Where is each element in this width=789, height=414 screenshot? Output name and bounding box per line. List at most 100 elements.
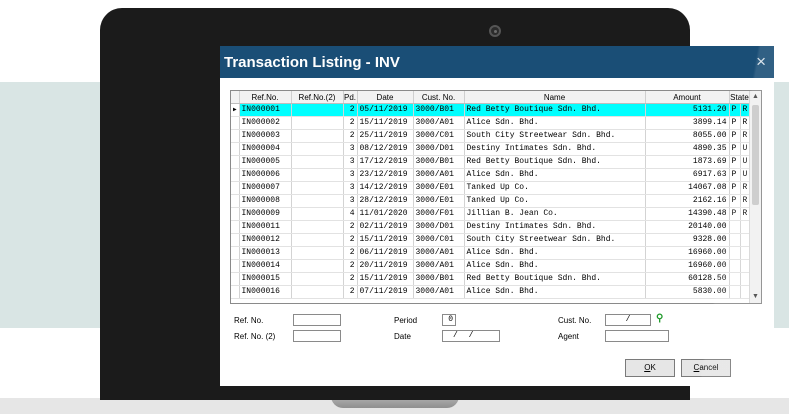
table-body: ▶ IN000001 2 05/11/2019 3000/B01 Red Betty Bo… xyxy=(231,103,751,299)
vertical-scrollbar[interactable]: ▲ ▼ xyxy=(749,91,761,303)
cust-no-field[interactable]: / xyxy=(605,314,651,326)
row-indicator xyxy=(231,155,240,169)
header-ref-no[interactable]: Ref.No. xyxy=(239,91,292,104)
cell-date: 23/12/2019 xyxy=(357,168,414,182)
cell-amount: 16960.00 xyxy=(645,246,730,260)
cell-cust-no: 3000/E01 xyxy=(413,194,465,208)
ref-no-field[interactable] xyxy=(293,314,341,326)
scroll-down-icon[interactable]: ▼ xyxy=(750,291,761,303)
cell-ref-no-2 xyxy=(291,103,344,117)
table-row[interactable]: IN000003 2 25/11/2019 3000/C01 South City St… xyxy=(231,129,751,143)
cell-cust-no: 3000/A01 xyxy=(413,259,465,273)
ok-button[interactable]: OK xyxy=(625,359,675,377)
header-state[interactable]: State xyxy=(729,91,751,104)
header-amount[interactable]: Amount xyxy=(645,91,730,104)
window-title: Transaction Listing - INV xyxy=(224,54,400,71)
search-icon[interactable]: ⚲ xyxy=(656,313,663,324)
cell-ref-no: IN000016 xyxy=(239,285,292,299)
header-date[interactable]: Date xyxy=(357,91,414,104)
table-row[interactable]: ▶ IN000001 2 05/11/2019 3000/B01 Red Betty Bo… xyxy=(231,103,751,117)
header-ref-no-2[interactable]: Ref.No.(2) xyxy=(291,91,344,104)
cell-name: South City Streetwear Sdn. Bhd. xyxy=(464,233,646,247)
cancel-button[interactable]: Cancel xyxy=(681,359,731,377)
cell-amount: 5131.20 xyxy=(645,103,730,117)
cell-period: 2 xyxy=(343,259,358,273)
cell-period: 2 xyxy=(343,285,358,299)
table-row[interactable]: IN000004 3 08/12/2019 3000/D01 Destiny Intim… xyxy=(231,142,751,156)
cell-ref-no-2 xyxy=(291,233,344,247)
table-row[interactable]: IN000011 2 02/11/2019 3000/D01 Destiny Intim… xyxy=(231,220,751,234)
table-row[interactable]: IN000016 2 07/11/2019 3000/A01 Alice Sdn. Bh… xyxy=(231,285,751,299)
cell-ref-no: IN000006 xyxy=(239,168,292,182)
table-row[interactable]: IN000007 3 14/12/2019 3000/E01 Tanked Up Co.… xyxy=(231,181,751,195)
cell-name: Red Betty Boutique Sdn. Bhd. xyxy=(464,272,646,286)
date-field[interactable]: / / xyxy=(442,330,500,342)
cell-name: Jillian B. Jean Co. xyxy=(464,207,646,221)
table-row[interactable]: IN000008 3 28/12/2019 3000/E01 Tanked Up Co.… xyxy=(231,194,751,208)
cell-name: Alice Sdn. Bhd. xyxy=(464,246,646,260)
row-indicator: ▶ xyxy=(231,103,240,117)
cell-ref-no: IN000008 xyxy=(239,194,292,208)
close-icon[interactable]: × xyxy=(756,52,766,72)
transaction-grid[interactable]: Ref.No. Ref.No.(2) Pd. Date Cust. No. Na… xyxy=(230,90,762,304)
table-row[interactable]: IN000015 2 15/11/2019 3000/B01 Red Betty Bou… xyxy=(231,272,751,286)
table-row[interactable]: IN000013 2 06/11/2019 3000/A01 Alice Sdn. Bh… xyxy=(231,246,751,260)
cell-date: 15/11/2019 xyxy=(357,116,414,130)
cell-period: 3 xyxy=(343,194,358,208)
cell-amount: 4890.35 xyxy=(645,142,730,156)
table-row[interactable]: IN000006 3 23/12/2019 3000/A01 Alice Sdn. Bh… xyxy=(231,168,751,182)
period-field[interactable]: 0 xyxy=(442,314,456,326)
cell-period: 2 xyxy=(343,129,358,143)
agent-field[interactable] xyxy=(605,330,669,342)
cell-state-1 xyxy=(729,246,741,260)
row-indicator xyxy=(231,272,240,286)
table-row[interactable]: IN000014 2 20/11/2019 3000/A01 Alice Sdn. Bh… xyxy=(231,259,751,273)
cell-name: Alice Sdn. Bhd. xyxy=(464,285,646,299)
header-cust-no[interactable]: Cust. No. xyxy=(413,91,465,104)
table-row[interactable]: IN000002 2 15/11/2019 3000/A01 Alice Sdn. Bh… xyxy=(231,116,751,130)
cell-state-1 xyxy=(729,220,741,234)
cell-cust-no: 3000/F01 xyxy=(413,207,465,221)
cell-state-1: P xyxy=(729,181,741,195)
cell-date: 06/11/2019 xyxy=(357,246,414,260)
cell-amount: 9328.00 xyxy=(645,233,730,247)
cell-ref-no: IN000011 xyxy=(239,220,292,234)
table-row[interactable]: IN000009 4 11/01/2020 3000/F01 Jillian B. Je… xyxy=(231,207,751,221)
scroll-up-icon[interactable]: ▲ xyxy=(750,91,761,103)
header-name[interactable]: Name xyxy=(464,91,646,104)
app-window: Transaction Listing - INV × Ref.No. Ref.… xyxy=(220,46,774,386)
scroll-thumb[interactable] xyxy=(752,105,759,205)
cell-cust-no: 3000/E01 xyxy=(413,181,465,195)
cell-period: 3 xyxy=(343,142,358,156)
cell-ref-no-2 xyxy=(291,155,344,169)
ref-no-2-field[interactable] xyxy=(293,330,341,342)
cell-date: 28/12/2019 xyxy=(357,194,414,208)
cell-ref-no: IN000013 xyxy=(239,246,292,260)
cell-amount: 14390.48 xyxy=(645,207,730,221)
cell-name: South City Streetwear Sdn. Bhd. xyxy=(464,129,646,143)
cell-ref-no: IN000002 xyxy=(239,116,292,130)
cell-amount: 5830.00 xyxy=(645,285,730,299)
cell-cust-no: 3000/A01 xyxy=(413,168,465,182)
cell-name: Red Betty Boutique Sdn. Bhd. xyxy=(464,155,646,169)
cell-amount: 6917.63 xyxy=(645,168,730,182)
cell-state-1: P xyxy=(729,116,741,130)
header-period[interactable]: Pd. xyxy=(343,91,358,104)
cell-amount: 14067.08 xyxy=(645,181,730,195)
cell-ref-no-2 xyxy=(291,220,344,234)
cell-amount: 1873.69 xyxy=(645,155,730,169)
cell-cust-no: 3000/B01 xyxy=(413,272,465,286)
cell-period: 3 xyxy=(343,181,358,195)
cell-amount: 8055.00 xyxy=(645,129,730,143)
table-header-row: Ref.No. Ref.No.(2) Pd. Date Cust. No. Na… xyxy=(231,91,751,104)
cell-name: Alice Sdn. Bhd. xyxy=(464,168,646,182)
cell-amount: 2162.16 xyxy=(645,194,730,208)
table-row[interactable]: IN000012 2 15/11/2019 3000/C01 South City St… xyxy=(231,233,751,247)
cell-ref-no: IN000009 xyxy=(239,207,292,221)
cell-ref-no: IN000004 xyxy=(239,142,292,156)
cell-ref-no-2 xyxy=(291,246,344,260)
cell-period: 2 xyxy=(343,272,358,286)
table-row[interactable]: IN000005 3 17/12/2019 3000/B01 Red Betty Bou… xyxy=(231,155,751,169)
ref-no-label: Ref. No. xyxy=(234,316,264,325)
cell-state-1: P xyxy=(729,168,741,182)
